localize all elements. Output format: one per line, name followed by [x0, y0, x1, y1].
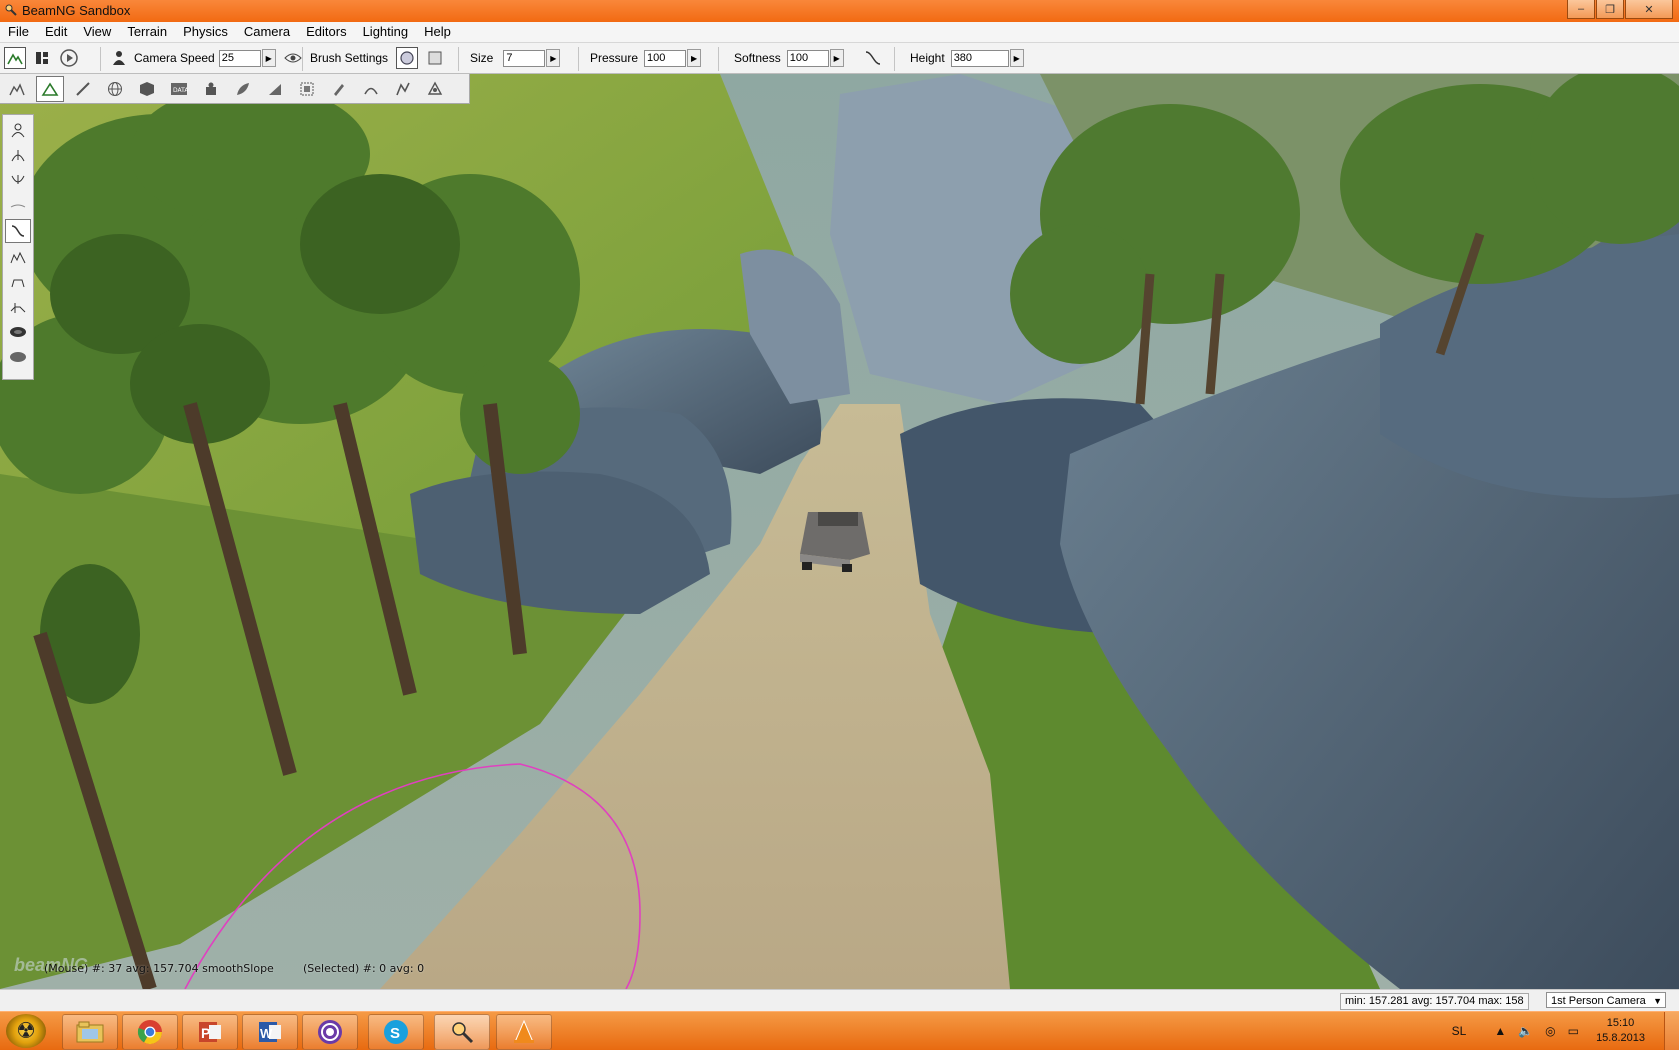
maximize-button[interactable]: ❐: [1596, 0, 1624, 19]
menu-terrain[interactable]: Terrain: [119, 22, 175, 42]
softness-input[interactable]: 100: [786, 49, 829, 67]
explorer-icon[interactable]: [62, 1014, 118, 1050]
svg-text:S: S: [390, 1025, 400, 1042]
network-icon[interactable]: ◎: [1545, 1024, 1555, 1038]
svg-text:DATA: DATA: [173, 87, 188, 94]
fill-hole-icon[interactable]: [6, 346, 30, 368]
height-input[interactable]: 380: [950, 49, 1009, 67]
word-icon[interactable]: W: [242, 1014, 298, 1050]
terrain-tool-row: DATA: [0, 74, 470, 104]
clock-date: 15.8.2013: [1596, 1032, 1645, 1044]
menu-help[interactable]: Help: [416, 22, 459, 42]
noise-icon[interactable]: [6, 246, 30, 268]
softness-label: Softness: [734, 51, 781, 65]
menu-lighting[interactable]: Lighting: [355, 22, 417, 42]
camera-speed-spinner[interactable]: ▶: [261, 49, 276, 67]
skype-icon[interactable]: S: [368, 1014, 424, 1050]
foliage-icon[interactable]: [230, 77, 256, 101]
smooth-tool-icon[interactable]: [358, 77, 384, 101]
softness-spinner[interactable]: ▶: [829, 49, 844, 67]
play-icon[interactable]: [58, 47, 80, 69]
mesh-tool-icon[interactable]: [422, 77, 448, 101]
title-bar: BeamNG Sandbox ‒ ❐ ✕: [0, 0, 1679, 23]
chrome-icon[interactable]: [122, 1014, 178, 1050]
data-icon[interactable]: DATA: [166, 77, 192, 101]
powerpoint-icon[interactable]: P: [182, 1014, 238, 1050]
close-button[interactable]: ✕: [1625, 0, 1673, 19]
terrain-paint-icon[interactable]: [36, 75, 64, 102]
svg-text:P: P: [201, 1025, 210, 1041]
raise-height-icon[interactable]: [6, 119, 30, 141]
smooth-slope-icon[interactable]: [5, 219, 31, 243]
clock-time: 15:10: [1606, 1017, 1635, 1029]
road-icon[interactable]: [70, 77, 96, 101]
menu-physics[interactable]: Physics: [175, 22, 236, 42]
eye-icon[interactable]: [282, 47, 304, 69]
pressure-input[interactable]: 100: [644, 49, 687, 67]
show-desktop-button[interactable]: [1664, 1012, 1679, 1050]
camera-speed-label: Camera Speed: [134, 51, 215, 65]
chevron-down-icon: ▼: [1653, 996, 1662, 1006]
camera-mode-select[interactable]: 1st Person Camera ▼: [1546, 992, 1666, 1008]
taskbar: ☢ P W S SL ▲ 🔈 ◎ ▭ 15:10 15.8.2013: [0, 1011, 1679, 1050]
clock[interactable]: 15:10 15.8.2013: [1596, 1016, 1645, 1046]
menu-view[interactable]: View: [75, 22, 119, 42]
tor-icon[interactable]: [302, 1014, 358, 1050]
pressure-spinner[interactable]: ▶: [687, 49, 702, 67]
svg-text:W: W: [260, 1026, 273, 1041]
globe-icon[interactable]: [102, 77, 128, 101]
paint-noise-icon[interactable]: [6, 296, 30, 318]
brush-tool-icon[interactable]: [326, 77, 352, 101]
flatten-icon[interactable]: [6, 194, 30, 216]
terrain-editor-icon[interactable]: [4, 47, 26, 69]
ramp-icon[interactable]: [262, 77, 288, 101]
window-title: BeamNG Sandbox: [22, 3, 131, 18]
size-input[interactable]: 7: [503, 49, 546, 67]
status-bar: min: 157.281 avg: 157.704 max: 158 1st P…: [0, 989, 1679, 1012]
size-spinner[interactable]: ▶: [546, 49, 561, 67]
language-indicator[interactable]: SL: [1452, 1024, 1467, 1038]
set-height-icon[interactable]: [6, 271, 30, 293]
lower-icon[interactable]: [6, 169, 30, 191]
hole-icon[interactable]: [6, 321, 30, 343]
selected-info: (Selected) #: 0 avg: 0: [303, 962, 425, 975]
start-button[interactable]: ☢: [6, 1014, 46, 1048]
menu-bar: File Edit View Terrain Physics Camera Ed…: [0, 22, 1679, 43]
raise-icon[interactable]: [6, 144, 30, 166]
square-brush-icon[interactable]: [424, 47, 446, 69]
height-stats: min: 157.281 avg: 157.704 max: 158: [1340, 993, 1529, 1010]
height-spinner[interactable]: ▶: [1009, 49, 1024, 67]
softness-curve-icon[interactable]: [862, 47, 884, 69]
menu-editors[interactable]: Editors: [298, 22, 354, 42]
action-center-icon[interactable]: ▭: [1568, 1024, 1579, 1038]
camera-mode-value: 1st Person Camera: [1551, 995, 1646, 1007]
circle-brush-icon[interactable]: [396, 47, 419, 69]
height-label: Height: [910, 51, 945, 65]
minimize-button[interactable]: ‒: [1567, 0, 1595, 19]
spawn-icon[interactable]: [198, 77, 224, 101]
object-editor-icon[interactable]: [31, 47, 53, 69]
brush-settings-label: Brush Settings: [310, 51, 389, 65]
cube-icon[interactable]: [134, 77, 160, 101]
vlc-icon[interactable]: [496, 1014, 552, 1050]
volume-icon[interactable]: 🔈: [1518, 1024, 1533, 1038]
erode-tool-icon[interactable]: [390, 77, 416, 101]
3d-viewport[interactable]: [0, 74, 1679, 989]
pressure-label: Pressure: [590, 51, 639, 65]
menu-edit[interactable]: Edit: [37, 22, 75, 42]
resize-icon[interactable]: [294, 77, 320, 101]
camera-speed-input[interactable]: 25: [218, 49, 261, 67]
camera-person-icon: [108, 47, 130, 69]
beamng-taskbar-icon[interactable]: [434, 1014, 490, 1050]
app-icon: [5, 4, 17, 16]
menu-file[interactable]: File: [0, 22, 37, 42]
terrain-select-icon[interactable]: [4, 77, 30, 101]
tray-expand-icon[interactable]: ▲: [1494, 1024, 1506, 1038]
mouse-info: (Mouse) #: 37 avg: 157.704 smoothSlope: [44, 962, 274, 975]
main-toolbar: Camera Speed 25 ▶ Brush Settings Size 7 …: [0, 43, 1679, 74]
terrain-brush-palette: [2, 114, 34, 380]
scene-render: [0, 74, 1679, 989]
size-label: Size: [470, 51, 494, 65]
menu-camera[interactable]: Camera: [236, 22, 298, 42]
